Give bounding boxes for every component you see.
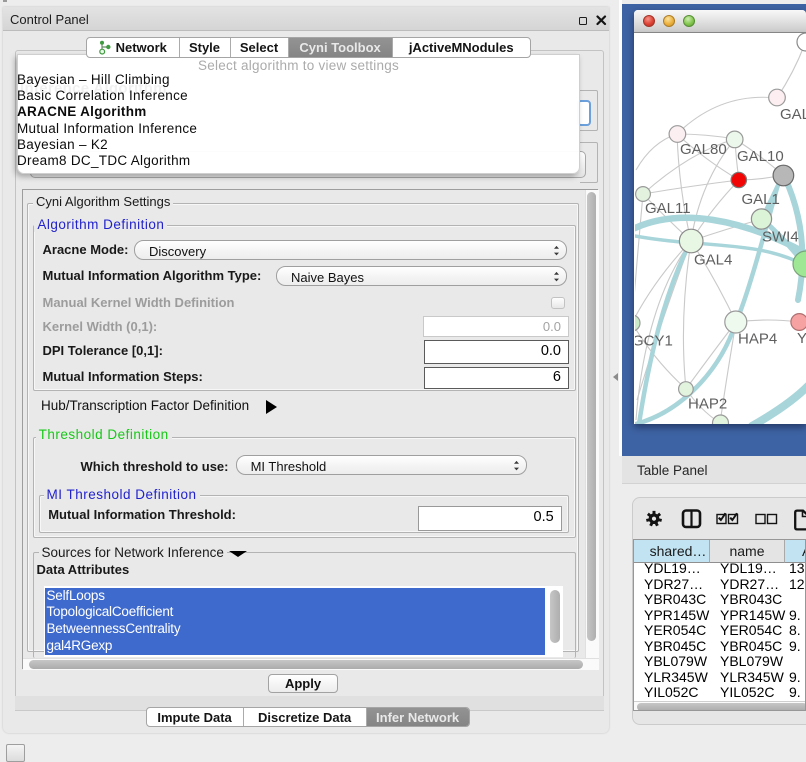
svg-text:GAL80: GAL80: [680, 141, 727, 158]
svg-text:HAP4: HAP4: [738, 331, 777, 348]
svg-text:GAL4: GAL4: [694, 252, 732, 269]
svg-text:GAL10: GAL10: [737, 148, 784, 165]
svg-text:HAP2: HAP2: [688, 396, 727, 413]
svg-text:Y: Y: [797, 330, 806, 347]
svg-text:GAL: GAL: [780, 106, 806, 123]
svg-text:GAL11: GAL11: [645, 200, 691, 217]
svg-text:GAL1: GAL1: [742, 191, 780, 208]
svg-text:SWI4: SWI4: [762, 229, 799, 246]
svg-text:GCY1: GCY1: [635, 333, 673, 350]
